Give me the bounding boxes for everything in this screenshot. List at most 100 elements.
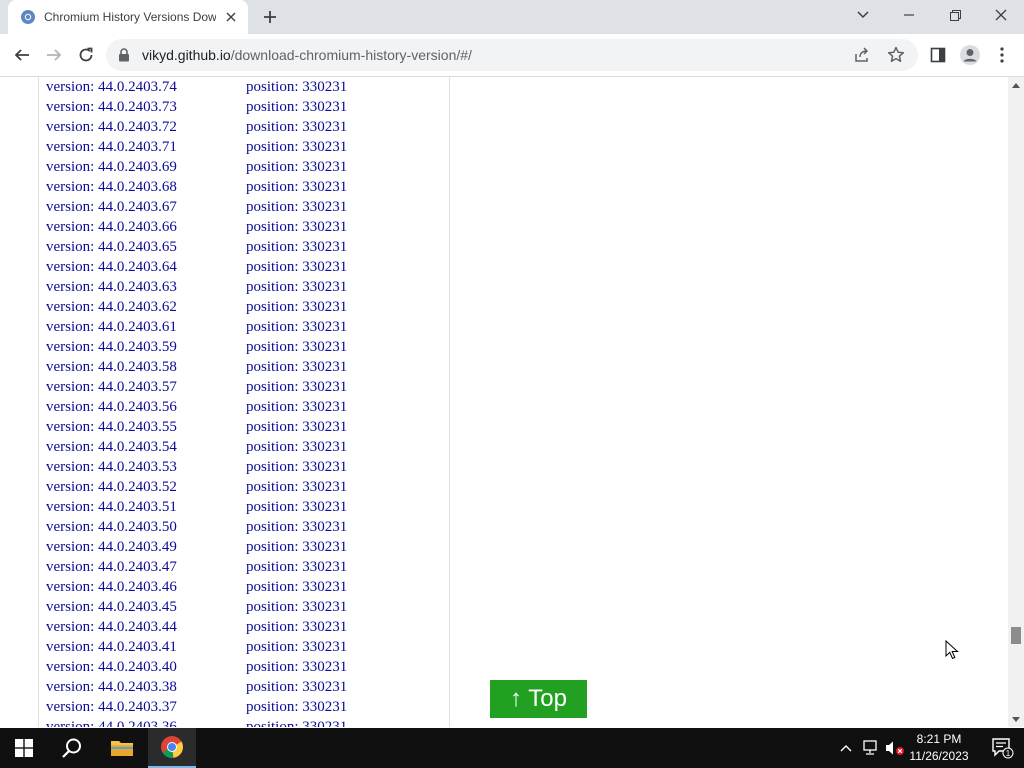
page-scrollbar[interactable]: [1008, 77, 1024, 727]
share-icon[interactable]: [852, 45, 872, 70]
taskbar-clock[interactable]: 8:21 PM 11/26/2023: [906, 731, 972, 765]
chrome-taskbar-button[interactable]: [148, 728, 196, 768]
position-label[interactable]: position: 330231: [246, 399, 347, 416]
menu-button[interactable]: [988, 41, 1016, 69]
version-label[interactable]: version: 44.0.2403.69: [46, 159, 177, 176]
action-center-button[interactable]: 1: [980, 728, 1024, 768]
taskbar-search-button[interactable]: [48, 728, 96, 768]
position-label[interactable]: position: 330231: [246, 699, 347, 716]
position-label[interactable]: position: 330231: [246, 539, 347, 556]
version-label[interactable]: version: 44.0.2403.40: [46, 659, 177, 676]
position-label[interactable]: position: 330231: [246, 279, 347, 296]
version-label[interactable]: version: 44.0.2403.65: [46, 239, 177, 256]
version-label[interactable]: version: 44.0.2403.46: [46, 579, 177, 596]
position-label[interactable]: position: 330231: [246, 339, 347, 356]
bookmark-star-icon[interactable]: [886, 45, 906, 70]
new-tab-button[interactable]: [258, 6, 282, 28]
position-label[interactable]: position: 330231: [246, 379, 347, 396]
scroll-down-arrow-icon[interactable]: [1008, 711, 1024, 727]
version-label[interactable]: version: 44.0.2403.53: [46, 459, 177, 476]
version-label[interactable]: version: 44.0.2403.62: [46, 299, 177, 316]
position-label[interactable]: position: 330231: [246, 199, 347, 216]
position-label[interactable]: position: 330231: [246, 639, 347, 656]
tab-chromium-history[interactable]: Chromium History Versions Dow: [8, 0, 248, 34]
version-label[interactable]: version: 44.0.2403.38: [46, 679, 177, 696]
position-label[interactable]: position: 330231: [246, 459, 347, 476]
position-label[interactable]: position: 330231: [246, 599, 347, 616]
position-label[interactable]: position: 330231: [246, 659, 347, 676]
version-label[interactable]: version: 44.0.2403.47: [46, 559, 177, 576]
version-label[interactable]: version: 44.0.2403.67: [46, 199, 177, 216]
version-label[interactable]: version: 44.0.2403.68: [46, 179, 177, 196]
version-row: version: 44.0.2403.53 position: 330231: [46, 459, 366, 479]
position-label[interactable]: position: 330231: [246, 519, 347, 536]
version-label[interactable]: version: 44.0.2403.50: [46, 519, 177, 536]
position-label[interactable]: position: 330231: [246, 259, 347, 276]
version-label[interactable]: version: 44.0.2403.51: [46, 499, 177, 516]
position-label[interactable]: position: 330231: [246, 479, 347, 496]
version-label[interactable]: version: 44.0.2403.56: [46, 399, 177, 416]
version-label[interactable]: version: 44.0.2403.41: [46, 639, 177, 656]
version-label[interactable]: version: 44.0.2403.54: [46, 439, 177, 456]
lock-icon[interactable]: [118, 48, 130, 67]
position-label[interactable]: position: 330231: [246, 719, 347, 727]
position-label[interactable]: position: 330231: [246, 119, 347, 136]
position-label[interactable]: position: 330231: [246, 219, 347, 236]
tab-close-icon[interactable]: [222, 8, 240, 26]
position-label[interactable]: position: 330231: [246, 159, 347, 176]
position-label[interactable]: position: 330231: [246, 299, 347, 316]
version-label[interactable]: version: 44.0.2403.66: [46, 219, 177, 236]
position-label[interactable]: position: 330231: [246, 579, 347, 596]
position-label[interactable]: position: 330231: [246, 179, 347, 196]
back-button[interactable]: [8, 41, 36, 69]
position-label[interactable]: position: 330231: [246, 239, 347, 256]
version-label[interactable]: version: 44.0.2403.37: [46, 699, 177, 716]
version-label[interactable]: version: 44.0.2403.72: [46, 119, 177, 136]
profile-button[interactable]: [956, 41, 984, 69]
position-label[interactable]: position: 330231: [246, 559, 347, 576]
position-label[interactable]: position: 330231: [246, 619, 347, 636]
scroll-to-top-button[interactable]: ↑ Top: [490, 680, 587, 718]
restore-button[interactable]: [932, 0, 978, 30]
version-label[interactable]: version: 44.0.2403.59: [46, 339, 177, 356]
version-label[interactable]: version: 44.0.2403.71: [46, 139, 177, 156]
version-label[interactable]: version: 44.0.2403.36: [46, 719, 177, 727]
position-label[interactable]: position: 330231: [246, 319, 347, 336]
position-label[interactable]: position: 330231: [246, 139, 347, 156]
version-label[interactable]: version: 44.0.2403.63: [46, 279, 177, 296]
position-label[interactable]: position: 330231: [246, 359, 347, 376]
version-label[interactable]: version: 44.0.2403.57: [46, 379, 177, 396]
show-hidden-icons-button[interactable]: [836, 728, 856, 768]
scroll-up-arrow-icon[interactable]: [1008, 77, 1024, 93]
version-row: version: 44.0.2403.52 position: 330231: [46, 479, 366, 499]
forward-button[interactable]: [40, 41, 68, 69]
url-text[interactable]: vikyd.github.io/download-chromium-histor…: [142, 47, 472, 63]
volume-tray-button[interactable]: [884, 728, 906, 768]
start-button[interactable]: [0, 728, 48, 768]
network-tray-button[interactable]: [860, 728, 882, 768]
position-label[interactable]: position: 330231: [246, 99, 347, 116]
file-explorer-button[interactable]: [98, 728, 146, 768]
version-label[interactable]: version: 44.0.2403.73: [46, 99, 177, 116]
version-label[interactable]: version: 44.0.2403.61: [46, 319, 177, 336]
reload-button[interactable]: [72, 41, 100, 69]
position-label[interactable]: position: 330231: [246, 679, 347, 696]
close-window-button[interactable]: [978, 0, 1024, 30]
position-label[interactable]: position: 330231: [246, 419, 347, 436]
position-label[interactable]: position: 330231: [246, 439, 347, 456]
version-label[interactable]: version: 44.0.2403.55: [46, 419, 177, 436]
scrollbar-thumb[interactable]: [1011, 627, 1021, 644]
version-label[interactable]: version: 44.0.2403.58: [46, 359, 177, 376]
minimize-button[interactable]: [886, 0, 932, 30]
side-panel-button[interactable]: [924, 41, 952, 69]
tab-search-button[interactable]: [840, 0, 886, 30]
version-label[interactable]: version: 44.0.2403.45: [46, 599, 177, 616]
version-label[interactable]: version: 44.0.2403.44: [46, 619, 177, 636]
position-label[interactable]: position: 330231: [246, 79, 347, 96]
position-label[interactable]: position: 330231: [246, 499, 347, 516]
version-label[interactable]: version: 44.0.2403.52: [46, 479, 177, 496]
version-label[interactable]: version: 44.0.2403.64: [46, 259, 177, 276]
address-bar[interactable]: vikyd.github.io/download-chromium-histor…: [106, 39, 918, 71]
version-label[interactable]: version: 44.0.2403.49: [46, 539, 177, 556]
version-label[interactable]: version: 44.0.2403.74: [46, 79, 177, 96]
